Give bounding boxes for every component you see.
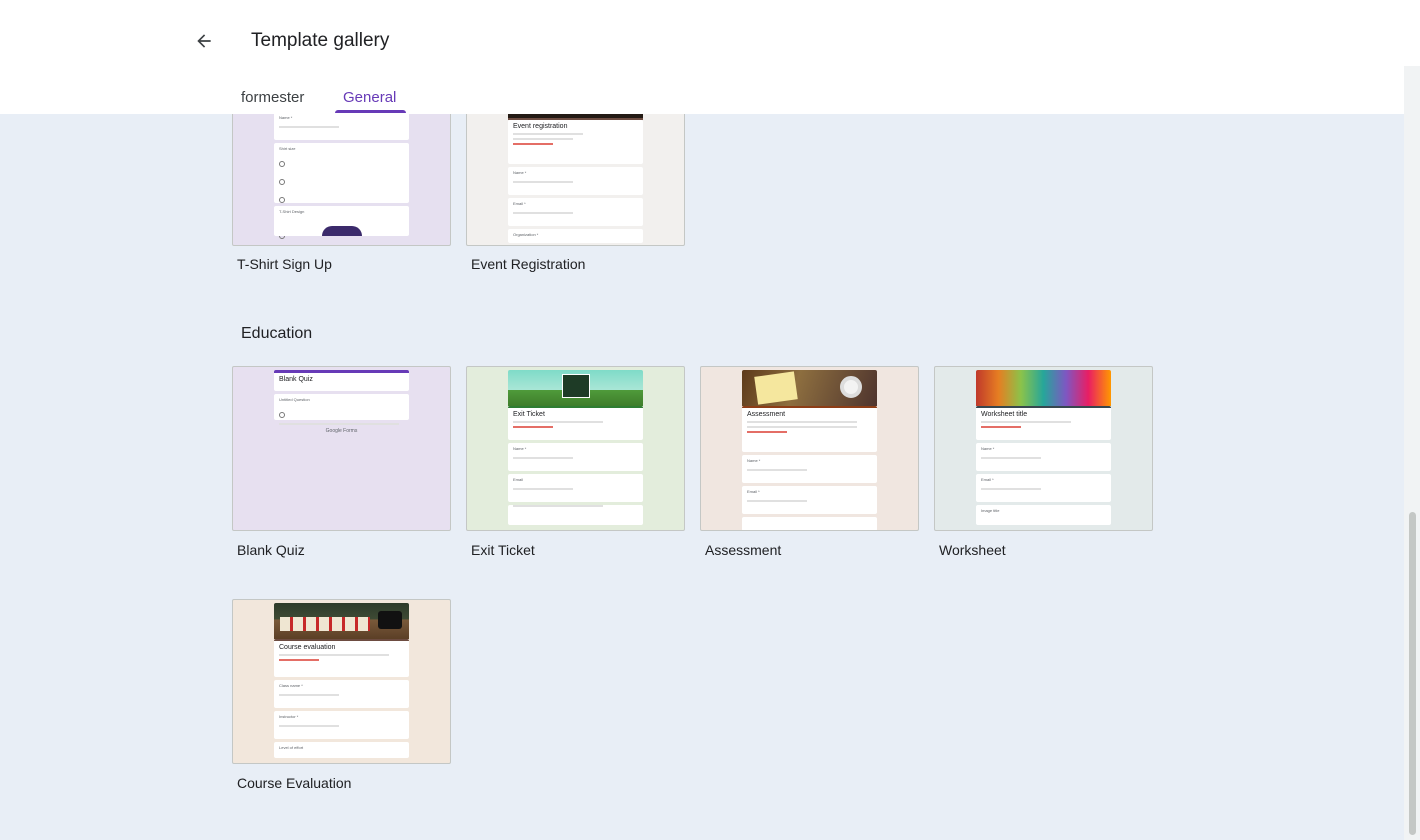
form-title: Blank Quiz <box>279 376 313 383</box>
tab-formester[interactable]: formester <box>241 89 304 106</box>
template-card-course-evaluation[interactable]: Course evaluation Class name * Instructo… <box>232 599 451 764</box>
active-tab-indicator <box>335 110 406 113</box>
form-title: Event registration <box>513 123 568 130</box>
template-thumbnail: Name * Shirt size T-Shirt Design <box>274 112 409 239</box>
google-forms-footer: Google Forms <box>325 428 358 434</box>
form-title: Course evaluation <box>279 644 336 651</box>
back-button[interactable] <box>186 23 222 59</box>
exit-sign-icon <box>562 374 590 398</box>
template-label: Event Registration <box>471 256 586 272</box>
template-label: Exit Ticket <box>471 542 535 558</box>
coffee-cup-icon <box>840 376 862 398</box>
graduation-cap-icon <box>378 611 402 629</box>
tab-general[interactable]: General <box>343 89 396 106</box>
page-title: Template gallery <box>251 30 390 51</box>
assessment-banner <box>742 370 877 406</box>
template-card-blank-quiz[interactable]: Blank Quiz Untitled Question Google Form… <box>232 366 451 531</box>
template-label: T-Shirt Sign Up <box>237 256 332 272</box>
template-thumbnail: Worksheet title Name * Email * Image tit… <box>976 370 1111 528</box>
form-title: Exit Ticket <box>513 411 545 418</box>
form-title: Assessment <box>747 411 786 418</box>
template-thumbnail: Exit Ticket Name * Email <box>508 370 643 528</box>
template-thumbnail: Blank Quiz Untitled Question Google Form… <box>274 370 409 434</box>
template-label: Assessment <box>705 542 782 558</box>
template-label: Course Evaluation <box>237 775 352 791</box>
section-title-education: Education <box>241 325 313 342</box>
template-card-worksheet[interactable]: Worksheet title Name * Email * Image tit… <box>934 366 1153 531</box>
exit-ticket-banner <box>508 370 643 406</box>
template-label: Worksheet <box>939 542 1006 558</box>
scrollbar-thumb[interactable] <box>1409 512 1416 835</box>
template-card-exit-ticket[interactable]: Exit Ticket Name * Email <box>466 366 685 531</box>
template-card-assessment[interactable]: Assessment Name * Email * <box>700 366 919 531</box>
template-thumbnail: Assessment Name * Email * <box>742 370 877 530</box>
template-label: Blank Quiz <box>237 542 305 558</box>
app-header: Template gallery formester General <box>0 0 1420 114</box>
arrow-left-icon <box>197 34 211 48</box>
course-evaluation-banner <box>274 603 409 639</box>
form-title: Worksheet title <box>981 411 1028 418</box>
template-thumbnail: Course evaluation Class name * Instructo… <box>274 603 409 761</box>
worksheet-banner <box>976 370 1111 406</box>
